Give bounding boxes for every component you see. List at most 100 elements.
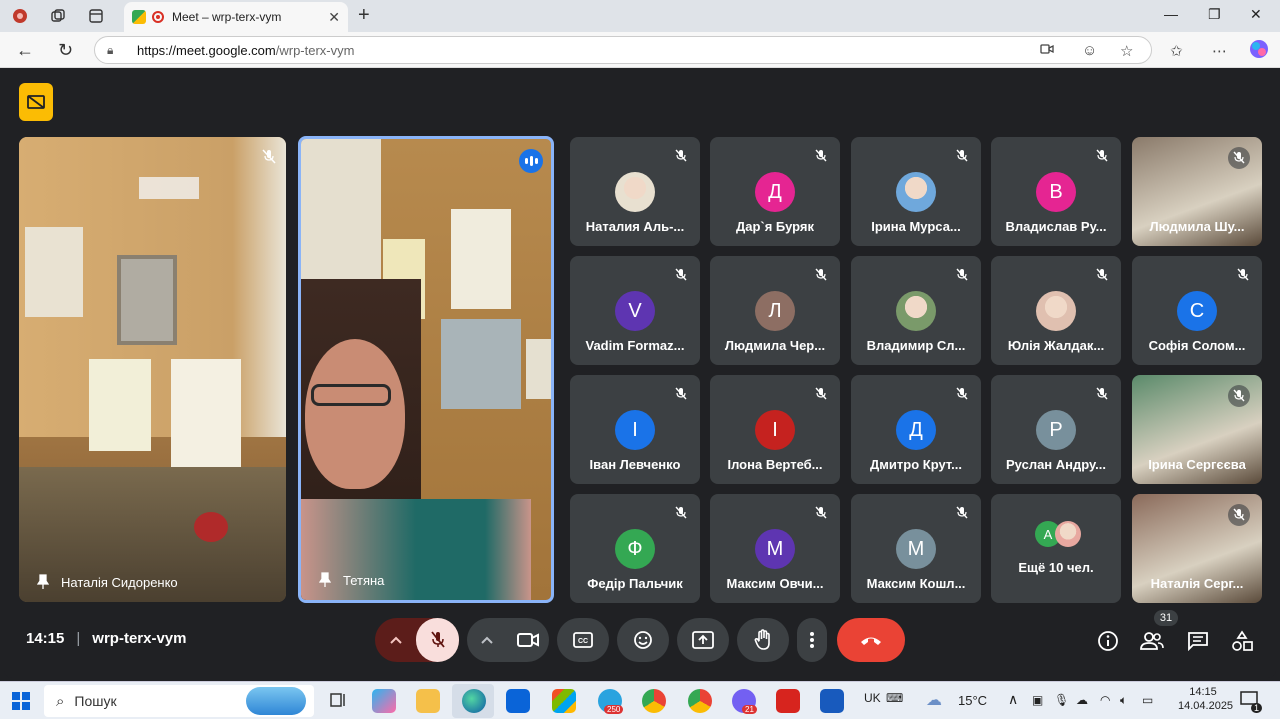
muted-mic-icon <box>1093 385 1111 403</box>
participant-tile[interactable]: М Максим Овчи... <box>710 494 840 603</box>
muted-mic-icon <box>953 266 971 284</box>
reactions-button[interactable] <box>617 618 669 662</box>
copilot-taskbar-icon[interactable] <box>372 689 396 713</box>
notifications-icon[interactable]: 1 <box>1240 691 1262 713</box>
more-menu-icon[interactable]: ⋯ <box>1212 42 1227 60</box>
meeting-details-icon[interactable] <box>1096 629 1120 653</box>
participant-tile[interactable]: Д Дар`я Буряк <box>710 137 840 246</box>
chrome-profile-icon[interactable] <box>688 689 712 713</box>
raise-hand-icon <box>754 629 770 650</box>
close-tab-icon[interactable]: ✕ <box>328 9 340 26</box>
search-highlight-dolphin-icon <box>246 687 306 715</box>
microsoft-store-icon[interactable] <box>552 689 576 713</box>
restore-icon[interactable]: ❐ <box>1208 6 1221 23</box>
info-separator: | <box>76 630 81 647</box>
outlook-icon[interactable] <box>506 689 530 713</box>
participant-tile[interactable]: А Ещё 10 чел. <box>991 494 1121 603</box>
task-view-icon[interactable] <box>326 689 350 713</box>
new-tab-button[interactable]: + <box>358 4 370 27</box>
video-tile-main-1[interactable]: Наталія Сидоренко <box>19 137 286 602</box>
meeting-info: 14:15 | wrp-terx-vym <box>26 630 186 647</box>
weather-cloud-icon[interactable]: ☁ <box>926 690 942 710</box>
participant-tile[interactable]: Юлія Жалдак... <box>991 256 1121 365</box>
camera-options-chevron-icon[interactable] <box>467 636 507 644</box>
captions-off-button[interactable] <box>19 83 53 121</box>
refresh-icon[interactable]: ↻ <box>58 40 73 61</box>
camera-permission-icon[interactable] <box>1040 42 1054 59</box>
camera-toggle-button[interactable] <box>507 618 549 662</box>
taskbar-clock[interactable]: 14:15 14.04.2025 <box>1178 686 1233 712</box>
svg-text:CC: CC <box>578 638 588 645</box>
participant-tile[interactable]: Ірина Сергєєва <box>1132 375 1262 484</box>
onedrive-icon[interactable]: ☁ <box>1076 693 1088 707</box>
emoji-icon[interactable]: ☺ <box>1082 42 1097 59</box>
participant-tile[interactable]: М Максим Кошл... <box>851 494 981 603</box>
participant-name: Дар`я Буряк <box>735 219 815 234</box>
edge-browser-icon[interactable] <box>462 689 486 713</box>
participant-tile[interactable]: Ф Федір Пальчик <box>570 494 700 603</box>
people-button[interactable] <box>1140 629 1164 653</box>
participant-tile[interactable]: І Іван Левченко <box>570 375 700 484</box>
participant-tile[interactable]: Наталия Аль-... <box>570 137 700 246</box>
muted-mic-icon <box>672 266 690 284</box>
file-explorer-icon[interactable] <box>416 689 440 713</box>
profile-icon[interactable] <box>10 6 30 26</box>
participant-tile[interactable]: В Владислав Ру... <box>991 137 1121 246</box>
url-input[interactable]: 🔒︎ https://meet.google.com/wrp-terx-vym <box>94 36 1152 64</box>
back-icon[interactable]: ← <box>16 40 34 61</box>
present-screen-button[interactable] <box>677 618 729 662</box>
tab-meet[interactable]: Meet – wrp-terx-vym ✕ <box>124 2 348 32</box>
participant-name: Руслан Андру... <box>1006 457 1106 472</box>
activities-icon[interactable] <box>1230 629 1254 653</box>
participant-tile[interactable]: Р Руслан Андру... <box>991 375 1121 484</box>
search-placeholder: Пошук <box>74 693 117 709</box>
url-path: /wrp-terx-vym <box>275 42 355 58</box>
mic-off-icon <box>430 631 445 648</box>
chat-icon[interactable] <box>1186 629 1210 653</box>
acrobat-icon[interactable] <box>776 689 800 713</box>
participant-tile[interactable]: Ірина Мурса... <box>851 137 981 246</box>
tab-actions-icon[interactable] <box>86 6 106 26</box>
favorite-star-icon[interactable]: ☆ <box>1120 42 1133 60</box>
meet-stage: Наталія Сидоренко Тетяна Наталия Аль-...… <box>4 69 1276 678</box>
weather-temp[interactable]: 15°C <box>958 693 987 708</box>
participant-tile[interactable]: І Ілона Вертеб... <box>710 375 840 484</box>
windows-start-icon[interactable] <box>12 692 30 715</box>
participant-tile[interactable]: V Vadim Formaz... <box>570 256 700 365</box>
participant-name: Юлія Жалдак... <box>1007 338 1105 353</box>
video-tile-main-2[interactable]: Тетяна <box>298 136 554 603</box>
meeting-time: 14:15 <box>26 630 65 647</box>
show-hidden-icons-chevron-icon[interactable]: ∧ <box>1008 691 1018 708</box>
participant-tile[interactable]: Наталія Серг... <box>1132 494 1262 603</box>
close-window-icon[interactable]: ✕ <box>1250 6 1262 23</box>
participant-tile[interactable]: С Софія Солом... <box>1132 256 1262 365</box>
participant-tile[interactable]: Л Людмила Чер... <box>710 256 840 365</box>
minimize-icon[interactable]: — <box>1164 6 1178 22</box>
copilot-icon[interactable] <box>1248 38 1270 64</box>
leave-call-button[interactable] <box>837 618 905 662</box>
more-options-button[interactable] <box>797 618 827 662</box>
workspaces-icon[interactable] <box>48 6 68 26</box>
chrome-icon[interactable] <box>642 689 666 713</box>
muted-mic-icon <box>262 149 276 170</box>
participant-avatar: С <box>1177 291 1217 331</box>
participant-tile[interactable]: Людмила Шу... <box>1132 137 1262 246</box>
taskbar-search-input[interactable]: ⌕ Пошук <box>44 685 314 717</box>
participant-name: Ірина Сергєєва <box>1148 457 1246 472</box>
participant-tile[interactable]: Д Дмитро Крут... <box>851 375 981 484</box>
mic-options-chevron-icon[interactable] <box>375 618 416 662</box>
muted-mic-icon <box>1093 147 1111 165</box>
wifi-icon[interactable]: ◠ <box>1100 693 1110 707</box>
microphone-toggle-button[interactable] <box>416 618 459 662</box>
raise-hand-button[interactable] <box>737 618 789 662</box>
favorites-icon[interactable]: ✩ <box>1170 42 1183 60</box>
keyboard-icon[interactable]: ⌨ <box>886 691 903 705</box>
word-icon[interactable] <box>820 689 844 713</box>
captions-button[interactable]: CC <box>557 618 609 662</box>
volume-icon[interactable]: 🔈︎ <box>1120 693 1127 708</box>
battery-icon[interactable]: ▭ <box>1142 693 1153 707</box>
participant-tile[interactable]: Владимир Сл... <box>851 256 981 365</box>
microphone-tray-icon[interactable]: 🎙︎ <box>1054 693 1069 707</box>
input-language[interactable]: UK <box>864 691 881 705</box>
meet-tray-icon[interactable]: ▣ <box>1032 693 1043 707</box>
